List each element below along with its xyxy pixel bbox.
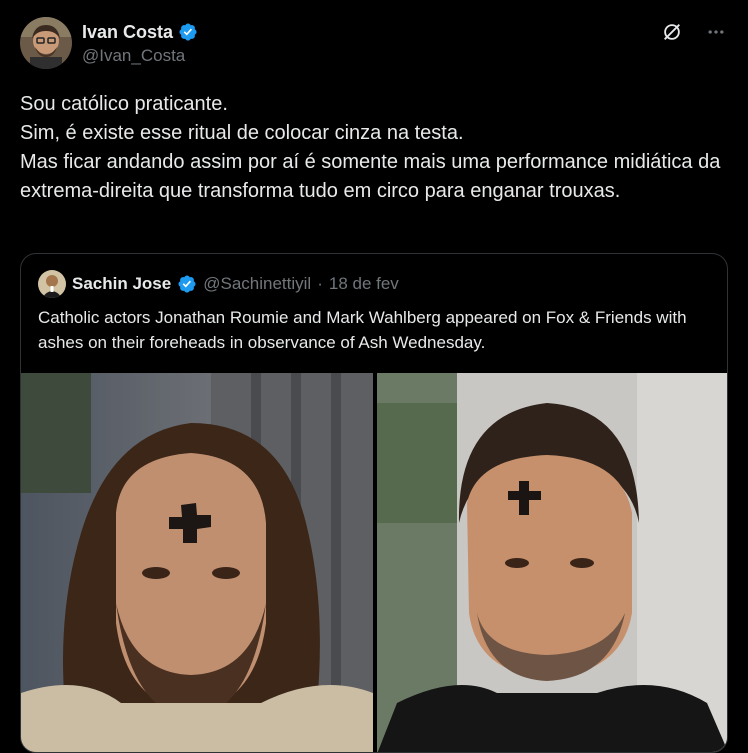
verified-badge-icon [177, 274, 197, 294]
quote-image-right[interactable] [377, 373, 727, 752]
author-name-row: Ivan Costa [82, 20, 198, 44]
author-name[interactable]: Ivan Costa [82, 22, 173, 43]
quote-image-left[interactable] [21, 373, 373, 752]
quote-media [21, 373, 727, 752]
author-block: Ivan Costa @Ivan_Costa [82, 20, 198, 66]
grok-icon[interactable] [660, 20, 684, 44]
author-handle[interactable]: @Ivan_Costa [82, 46, 198, 66]
tweet-line: Sim, é existe esse ritual de colocar cin… [20, 122, 464, 144]
quote-author-handle[interactable]: @Sachinettiyil [203, 274, 311, 294]
quote-author-avatar[interactable] [38, 270, 66, 298]
more-options-icon[interactable] [704, 20, 728, 44]
tweet-actions-top [660, 20, 728, 44]
tweet-line: Sou católico praticante. [20, 93, 228, 115]
verified-badge-icon [178, 22, 198, 42]
quote-text: Catholic actors Jonathan Roumie and Mark… [38, 308, 687, 352]
tweet-text: Sou católico praticante. Sim, é existe e… [20, 90, 735, 206]
quote-author-name[interactable]: Sachin Jose [72, 274, 171, 294]
quoted-tweet[interactable]: Sachin Jose @Sachinettiyil · 18 de fev C… [20, 253, 728, 753]
tweet-line: Mas ficar andando assim por aí é somente… [20, 151, 721, 202]
quote-date[interactable]: 18 de fev [329, 274, 399, 294]
author-avatar[interactable] [20, 17, 72, 69]
quote-separator: · [317, 274, 323, 293]
quote-header: Sachin Jose @Sachinettiyil · 18 de fev [38, 269, 399, 299]
